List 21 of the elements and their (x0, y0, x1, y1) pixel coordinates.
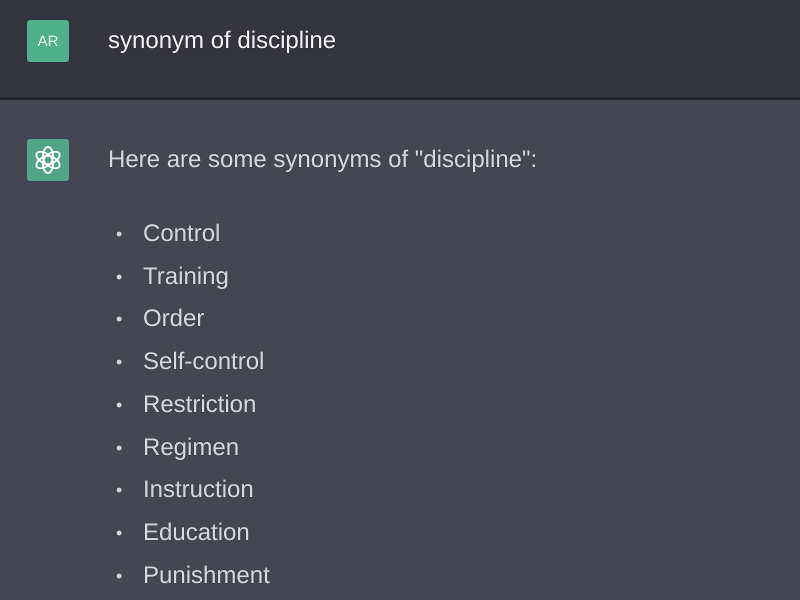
bullet: • (116, 564, 124, 588)
bullet: • (116, 266, 124, 289)
list-item: Punishment (143, 560, 270, 591)
bullet: • (116, 223, 124, 246)
list-item: Training (143, 262, 229, 292)
list-item: Instruction (143, 475, 254, 506)
list-item: Restriction (143, 390, 256, 420)
user-avatar: AR (27, 20, 69, 62)
list-item: Order (143, 304, 204, 334)
user-message: synonym of discipline (108, 26, 336, 56)
list-item: Regimen (143, 432, 240, 463)
bullet: • (116, 351, 124, 374)
list-item: Education (143, 518, 250, 548)
bullet: • (116, 308, 124, 332)
bullet: • (116, 479, 124, 502)
bullet: • (116, 394, 124, 417)
list-item: Self-control (143, 347, 264, 378)
list-item: Control (143, 219, 220, 249)
assistant-message: Here are some synonyms of "discipline": (108, 145, 538, 175)
bullet: • (116, 522, 124, 545)
bullet: • (116, 436, 124, 460)
